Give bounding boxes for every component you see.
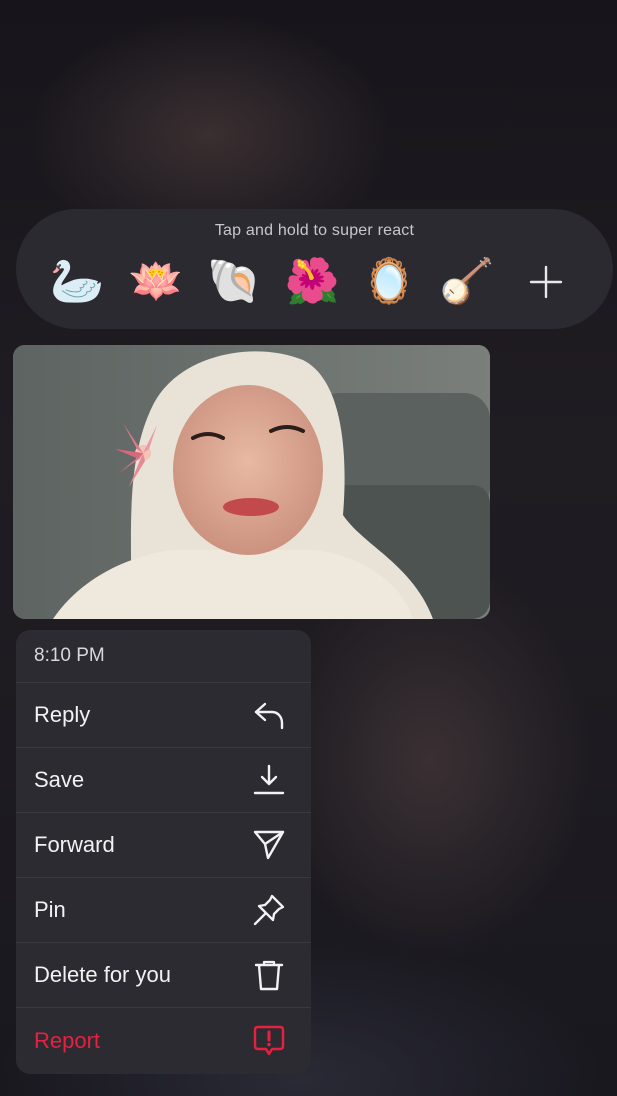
reaction-swan-button[interactable]: 🦢 [48,253,106,311]
pin-icon [251,892,287,928]
menu-item-save[interactable]: Save [16,748,311,813]
lotus-icon: 🪷 [128,256,184,307]
report-icon [251,1023,287,1059]
hibiscus-icon: 🌺 [284,256,340,307]
menu-item-report[interactable]: Report [16,1008,311,1073]
menu-item-delete[interactable]: Delete for you [16,943,311,1008]
menu-item-label: Reply [34,702,91,727]
swan-icon: 🦢 [49,256,105,307]
banjo-icon: 🪕 [439,256,495,307]
menu-item-label: Report [34,1027,101,1053]
menu-item-reply[interactable]: Reply [16,683,311,748]
mirror-icon: 🪞 [361,256,417,307]
more-reactions-button[interactable] [517,253,575,311]
menu-item-label: Save [34,767,85,792]
download-icon [251,762,287,798]
reply-icon [251,697,287,733]
trash-icon [251,957,287,993]
menu-item-label: Delete for you [34,962,171,987]
menu-item-pin[interactable]: Pin [16,878,311,943]
menu-item-label: Forward [34,832,115,857]
reaction-shell-button[interactable]: 🐚 [205,253,263,311]
menu-item-label: Pin [34,897,66,922]
reaction-row: 🦢 🪷 🐚 🌺 🪞 🪕 [16,253,613,311]
reaction-mirror-button[interactable]: 🪞 [360,253,418,311]
reaction-banjo-button[interactable]: 🪕 [438,253,496,311]
reaction-hint: Tap and hold to super react [214,222,415,239]
shell-icon: 🐚 [206,256,262,307]
send-icon [251,827,287,863]
message-timestamp: 8:10 PM [16,630,311,683]
plus-icon [529,265,563,299]
message-photo[interactable] [13,345,490,619]
reaction-hibiscus-button[interactable]: 🌺 [283,253,341,311]
menu-item-forward[interactable]: Forward [16,813,311,878]
message-context-menu: 8:10 PM Reply Save Forward Pin Delete fo… [16,630,311,1074]
reaction-bar: Tap and hold to super react 🦢 🪷 🐚 🌺 🪞 🪕 [16,209,613,329]
photo-image [13,345,490,619]
reaction-lotus-button[interactable]: 🪷 [127,253,185,311]
